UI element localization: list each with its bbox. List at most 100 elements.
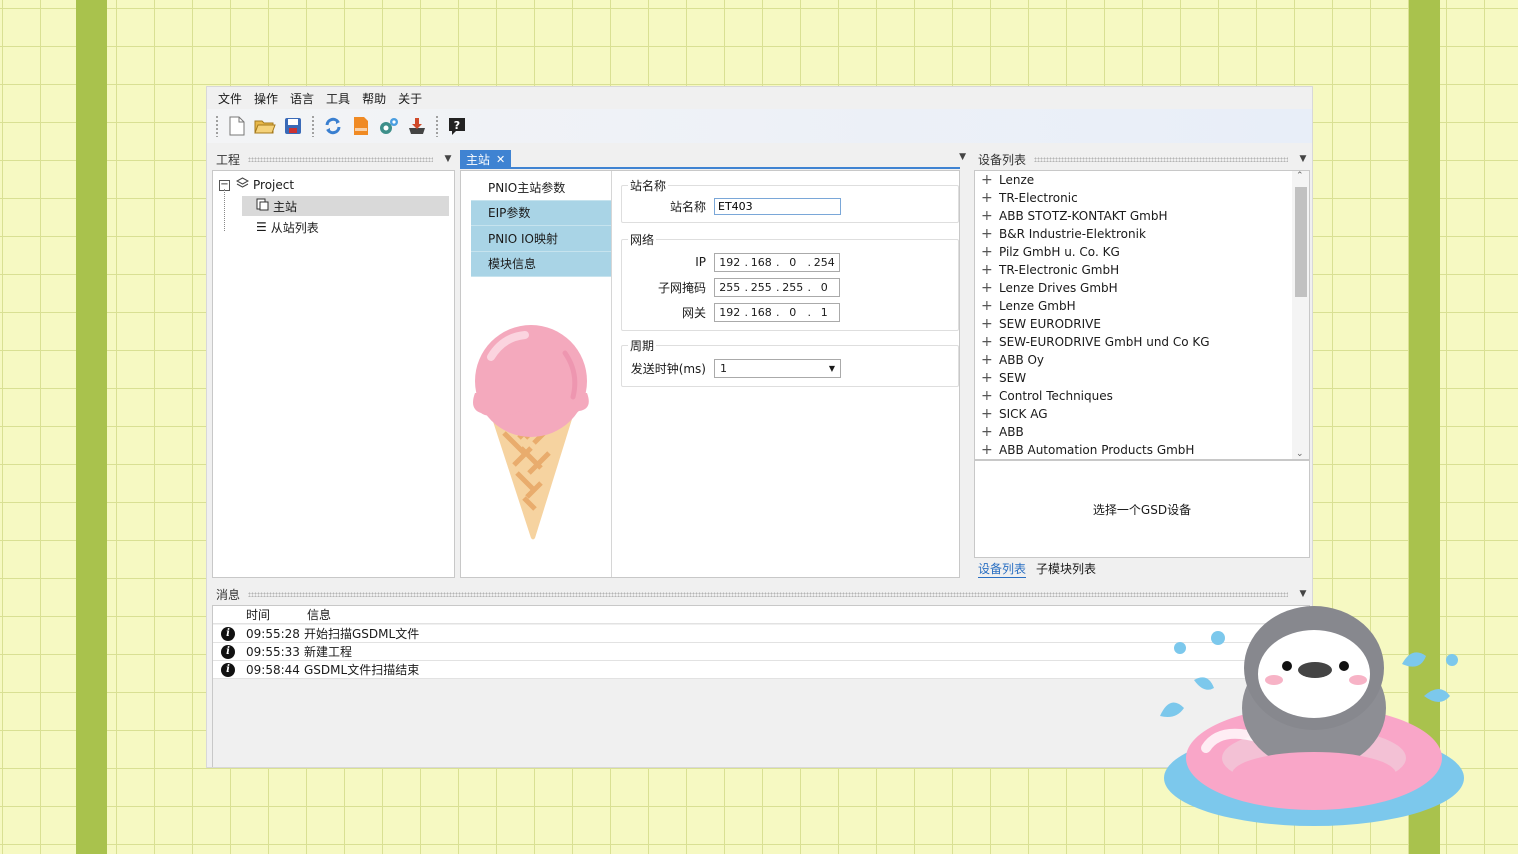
expand-icon[interactable]: + — [981, 442, 999, 458]
list-item[interactable]: + TR-Electronic GmbH — [975, 261, 1309, 279]
open-folder-icon[interactable] — [254, 115, 276, 137]
chevron-down-icon[interactable]: ▼ — [1296, 154, 1310, 164]
tree-item-master[interactable]: 主站 — [242, 196, 449, 216]
scroll-up-icon[interactable]: ⌃ — [1296, 171, 1304, 181]
expand-icon[interactable]: + — [981, 334, 999, 350]
panel-grip[interactable] — [248, 156, 433, 162]
close-icon[interactable]: ✕ — [496, 153, 505, 166]
device-list-panel: 设备列表 ▼ + Lenze + TR-Electronic + ABB STOTZ-… — [974, 150, 1310, 578]
expand-icon[interactable]: + — [981, 298, 999, 314]
list-item[interactable]: + Lenze — [975, 171, 1309, 189]
expand-icon[interactable]: + — [981, 352, 999, 368]
station-name-input[interactable] — [714, 197, 841, 215]
list-item[interactable]: + SEW EURODRIVE — [975, 315, 1309, 333]
menu-file[interactable]: 文件 — [212, 90, 248, 107]
message-panel: 消息 ▼ 时间 信息 i 09:55:28 开始扫描GSDML文件 i 09:5… — [212, 585, 1310, 767]
list-item[interactable]: + ABB Oy — [975, 351, 1309, 369]
list-item[interactable]: + TR-Electronic — [975, 189, 1309, 207]
list-item[interactable]: + ABB STOTZ-KONTAKT GmbH — [975, 207, 1309, 225]
settings-gears-icon[interactable] — [378, 115, 400, 137]
ip-octet[interactable]: 254 — [810, 256, 840, 269]
ip-octet[interactable]: 192 — [715, 256, 745, 269]
toolbar-grip[interactable] — [311, 115, 315, 137]
gateway-field[interactable]: 192. 168. 0. 1 — [714, 302, 840, 322]
mask-octet[interactable]: 255 — [747, 281, 777, 294]
new-file-icon[interactable] — [226, 115, 248, 137]
column-header-info[interactable]: 信息 — [307, 606, 331, 623]
list-item[interactable]: + ABB Automation Products GmbH — [975, 441, 1309, 459]
ip-octet[interactable]: 0 — [778, 256, 808, 269]
list-item[interactable]: + SICK AG — [975, 405, 1309, 423]
side-tab-pnio-master-params[interactable]: PNIO主站参数 — [471, 175, 612, 201]
layers-icon — [235, 177, 250, 193]
subnet-mask-field[interactable]: 255. 255. 255. 0 — [714, 277, 840, 297]
list-item[interactable]: + Lenze Drives GmbH — [975, 279, 1309, 297]
table-row[interactable]: i 09:55:28 开始扫描GSDML文件 — [213, 625, 1309, 643]
message-time: 09:55:33 — [246, 644, 300, 659]
mask-octet[interactable]: 0 — [810, 281, 840, 294]
mask-octet[interactable]: 255 — [715, 281, 745, 294]
list-item[interactable]: + Lenze GmbH — [975, 297, 1309, 315]
menu-language[interactable]: 语言 — [284, 90, 320, 107]
table-row[interactable]: i 09:55:33 新建工程 — [213, 643, 1309, 661]
side-tab-pnio-io-mapping[interactable]: PNIO IO映射 — [471, 226, 612, 252]
chevron-down-icon[interactable]: ▼ — [441, 154, 455, 164]
gateway-octet[interactable]: 192 — [715, 306, 745, 319]
toolbar-grip[interactable] — [215, 115, 219, 137]
document-body: PNIO主站参数 EIP参数 PNIO IO映射 模块信息 站名称 站名称 ET… — [460, 170, 960, 578]
project-panel: 工程 ▼ − Project 主站 ☰ 从站列表 — [212, 150, 455, 578]
expand-icon[interactable]: + — [981, 172, 999, 188]
expand-icon[interactable]: + — [981, 208, 999, 224]
help-icon[interactable]: ? — [446, 115, 468, 137]
tree-item-slave-list[interactable]: ☰ 从站列表 — [256, 217, 319, 237]
mask-octet[interactable]: 255 — [778, 281, 808, 294]
ip-octet[interactable]: 168 — [747, 256, 777, 269]
tab-submodule-list[interactable]: 子模块列表 — [1036, 560, 1096, 578]
expand-icon[interactable]: + — [981, 280, 999, 296]
menu-operation[interactable]: 操作 — [248, 90, 284, 107]
scroll-down-icon[interactable]: ⌄ — [1296, 449, 1304, 459]
list-item[interactable]: + Pilz GmbH u. Co. KG — [975, 243, 1309, 261]
tree-item-project[interactable]: − Project — [219, 175, 294, 195]
expand-icon[interactable]: + — [981, 316, 999, 332]
column-header-time[interactable]: 时间 — [246, 606, 304, 623]
toolbar-grip[interactable] — [435, 115, 439, 137]
scrollbar-thumb[interactable] — [1295, 187, 1307, 297]
menu-tools[interactable]: 工具 — [320, 90, 356, 107]
list-item[interactable]: + Control Techniques — [975, 387, 1309, 405]
expand-icon[interactable]: + — [981, 406, 999, 422]
gateway-octet[interactable]: 168 — [747, 306, 777, 319]
save-icon[interactable] — [282, 115, 304, 137]
ip-address-field[interactable]: 192. 168. 0. 254 — [714, 252, 840, 272]
expand-icon[interactable]: + — [981, 370, 999, 386]
list-item[interactable]: + B&R Industrie-Elektronik — [975, 225, 1309, 243]
gateway-octet[interactable]: 0 — [778, 306, 808, 319]
panel-grip[interactable] — [1034, 156, 1288, 162]
expand-icon[interactable]: + — [981, 424, 999, 440]
list-item[interactable]: + SEW — [975, 369, 1309, 387]
expand-icon[interactable]: + — [981, 190, 999, 206]
expand-icon[interactable]: + — [981, 244, 999, 260]
tab-master[interactable]: 主站 ✕ — [460, 150, 512, 168]
gsdml-file-icon[interactable] — [350, 115, 372, 137]
send-clock-select[interactable]: 1 ▼ — [714, 358, 841, 378]
refresh-icon[interactable] — [322, 115, 344, 137]
ice-cream-sticker — [469, 323, 593, 544]
menu-about[interactable]: 关于 — [392, 90, 428, 107]
expand-icon[interactable]: + — [981, 226, 999, 242]
download-icon[interactable] — [406, 115, 428, 137]
expand-icon[interactable]: + — [981, 388, 999, 404]
list-item[interactable]: + SEW-EURODRIVE GmbH und Co KG — [975, 333, 1309, 351]
gateway-octet[interactable]: 1 — [810, 306, 840, 319]
list-item[interactable]: + ABB — [975, 423, 1309, 441]
chevron-down-icon[interactable]: ▼ — [959, 152, 966, 162]
device-list-scrollbar[interactable]: ⌃ ⌄ — [1292, 171, 1309, 459]
station-name-group-title: 站名称 — [628, 177, 669, 194]
side-tab-module-info[interactable]: 模块信息 — [471, 251, 612, 277]
expand-icon[interactable]: + — [981, 262, 999, 278]
panel-grip[interactable] — [248, 591, 1288, 597]
side-tab-eip-params[interactable]: EIP参数 — [471, 200, 612, 226]
table-row[interactable]: i 09:58:44 GSDML文件扫描结束 — [213, 661, 1309, 679]
tab-device-list[interactable]: 设备列表 — [978, 560, 1027, 578]
menu-help[interactable]: 帮助 — [356, 90, 392, 107]
